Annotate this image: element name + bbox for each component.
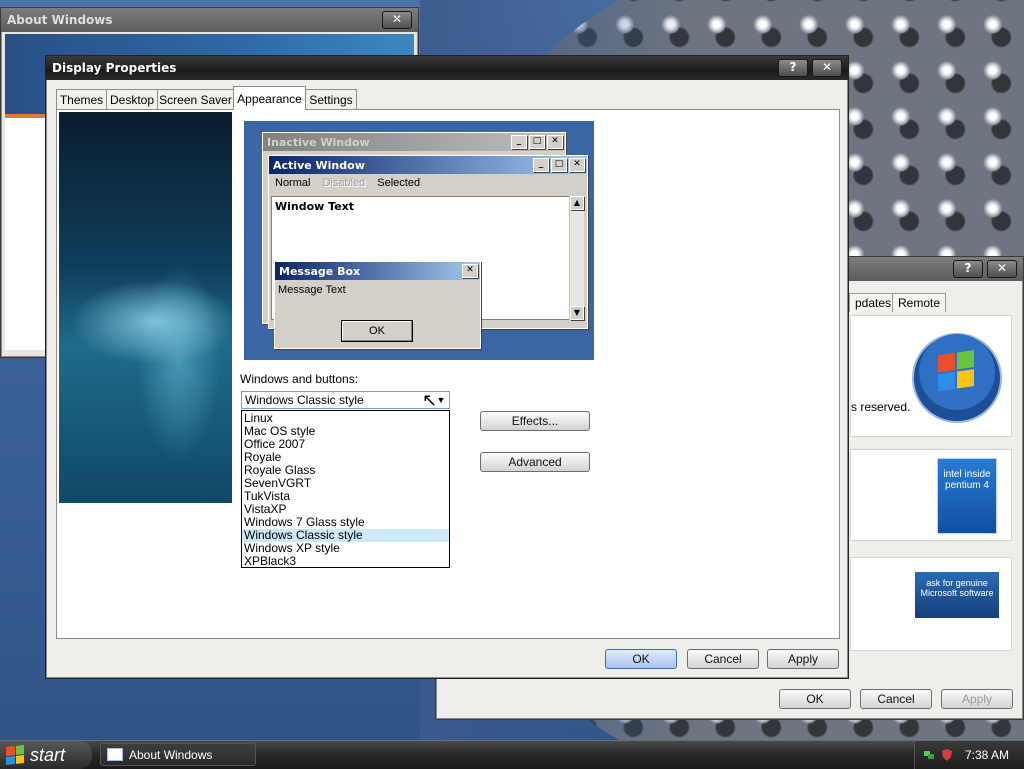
minimize-icon: _ <box>511 135 527 149</box>
tab-desktop[interactable]: Desktop <box>106 89 158 109</box>
start-label: start <box>30 744 66 765</box>
clock[interactable]: 7:38 AM <box>965 748 1009 762</box>
preview-message-titlebar: Message Box ✕ <box>275 262 480 280</box>
preview-message-box: Message Box ✕ Message Text OK <box>274 261 481 349</box>
display-titlebar[interactable]: Display Properties ? ✕ <box>46 56 848 80</box>
cancel-button[interactable]: Cancel <box>687 649 759 669</box>
close-icon: ✕ <box>547 135 563 149</box>
appearance-side-image <box>59 112 232 503</box>
windows-orb-icon <box>912 333 1002 423</box>
list-item[interactable]: XPBlack3 <box>242 555 449 568</box>
preview-active-titlebar: Active Window _ □ ✕ <box>269 156 587 174</box>
desktop: About Windows ✕ ? ✕ pdates Remote s rese… <box>0 0 1024 740</box>
minimize-icon: _ <box>533 158 549 172</box>
intel-inside-logo: intel inside pentium 4 <box>937 458 997 534</box>
display-title: Display Properties <box>52 61 177 75</box>
close-icon: ✕ <box>462 264 478 278</box>
about-windows-title: About Windows <box>7 13 113 27</box>
ok-button[interactable]: OK <box>605 649 677 669</box>
preview-menu-normal: Normal <box>275 177 311 189</box>
reserved-text: s reserved. <box>851 400 911 414</box>
system-apply-button[interactable]: Apply <box>941 689 1013 709</box>
tab-appearance[interactable]: Appearance <box>233 86 306 110</box>
selected-style-value: Windows Classic style <box>245 393 364 407</box>
display-properties-window[interactable]: Display Properties ? ✕ Themes Desktop Sc… <box>45 55 849 679</box>
maximize-icon: □ <box>529 135 545 149</box>
close-icon[interactable]: ✕ <box>987 260 1017 278</box>
advanced-button[interactable]: Advanced <box>480 452 590 472</box>
system-tray: 7:38 AM <box>914 741 1024 769</box>
maximize-icon: □ <box>551 158 567 172</box>
about-windows-titlebar[interactable]: About Windows ✕ <box>1 8 418 32</box>
help-icon[interactable]: ? <box>953 260 983 278</box>
start-button[interactable]: start <box>0 741 92 769</box>
close-icon: ✕ <box>569 158 585 172</box>
appearance-panel: Inactive Window _ □ ✕ Active Window _ □ … <box>56 109 840 639</box>
taskbar: start About Windows 7:38 AM <box>0 740 1024 769</box>
window-icon <box>107 748 123 761</box>
preview-message-ok: OK <box>341 320 413 342</box>
system-cpu-panel: intel inside pentium 4 <box>850 449 1012 541</box>
network-icon[interactable] <box>923 749 935 761</box>
security-shield-icon[interactable] <box>941 749 953 761</box>
preview-message-text: Message Text <box>278 284 346 296</box>
tab-remote[interactable]: Remote <box>892 293 947 312</box>
system-cancel-button[interactable]: Cancel <box>860 689 932 709</box>
preview-menu-disabled: Disabled <box>322 177 366 189</box>
apply-button[interactable]: Apply <box>767 649 839 669</box>
taskbar-item-about-windows[interactable]: About Windows <box>100 743 256 766</box>
preview-inactive-titlebar: Inactive Window _ □ ✕ <box>263 133 565 151</box>
tab-themes[interactable]: Themes <box>56 89 107 109</box>
preview-menu-selected: Selected <box>377 177 421 189</box>
close-icon[interactable]: ✕ <box>812 59 842 77</box>
appearance-preview: Inactive Window _ □ ✕ Active Window _ □ … <box>244 121 594 360</box>
about-accent-line <box>5 114 45 118</box>
system-os-panel: s reserved. <box>850 315 1012 437</box>
scroll-up-icon: ▲ <box>570 196 584 210</box>
about-body <box>5 114 45 350</box>
close-icon[interactable]: ✕ <box>382 11 412 29</box>
preview-menu: Normal Disabled Selected <box>269 174 587 192</box>
preview-scrollbar: ▲ ▼ <box>569 196 584 320</box>
genuine-microsoft-logo: ask for genuine Microsoft software <box>915 572 999 618</box>
effects-button[interactable]: Effects... <box>480 411 590 431</box>
system-genuine-panel: ask for genuine Microsoft software <box>850 557 1012 651</box>
tab-screen-saver[interactable]: Screen Saver <box>157 89 234 109</box>
system-ok-button[interactable]: OK <box>779 689 851 709</box>
help-icon[interactable]: ? <box>778 59 808 77</box>
style-dropdown-list[interactable]: Linux Mac OS style Office 2007 Royale Ro… <box>241 410 450 568</box>
windows-buttons-select[interactable]: Windows Classic style ▼ <box>241 391 450 409</box>
windows-buttons-label: Windows and buttons: <box>240 372 359 386</box>
tab-updates[interactable]: pdates <box>849 293 898 312</box>
tab-settings[interactable]: Settings <box>305 89 357 109</box>
scroll-down-icon: ▼ <box>570 306 584 320</box>
mouse-cursor-icon: ↖ <box>422 390 438 411</box>
windows-flag-icon <box>6 745 24 765</box>
